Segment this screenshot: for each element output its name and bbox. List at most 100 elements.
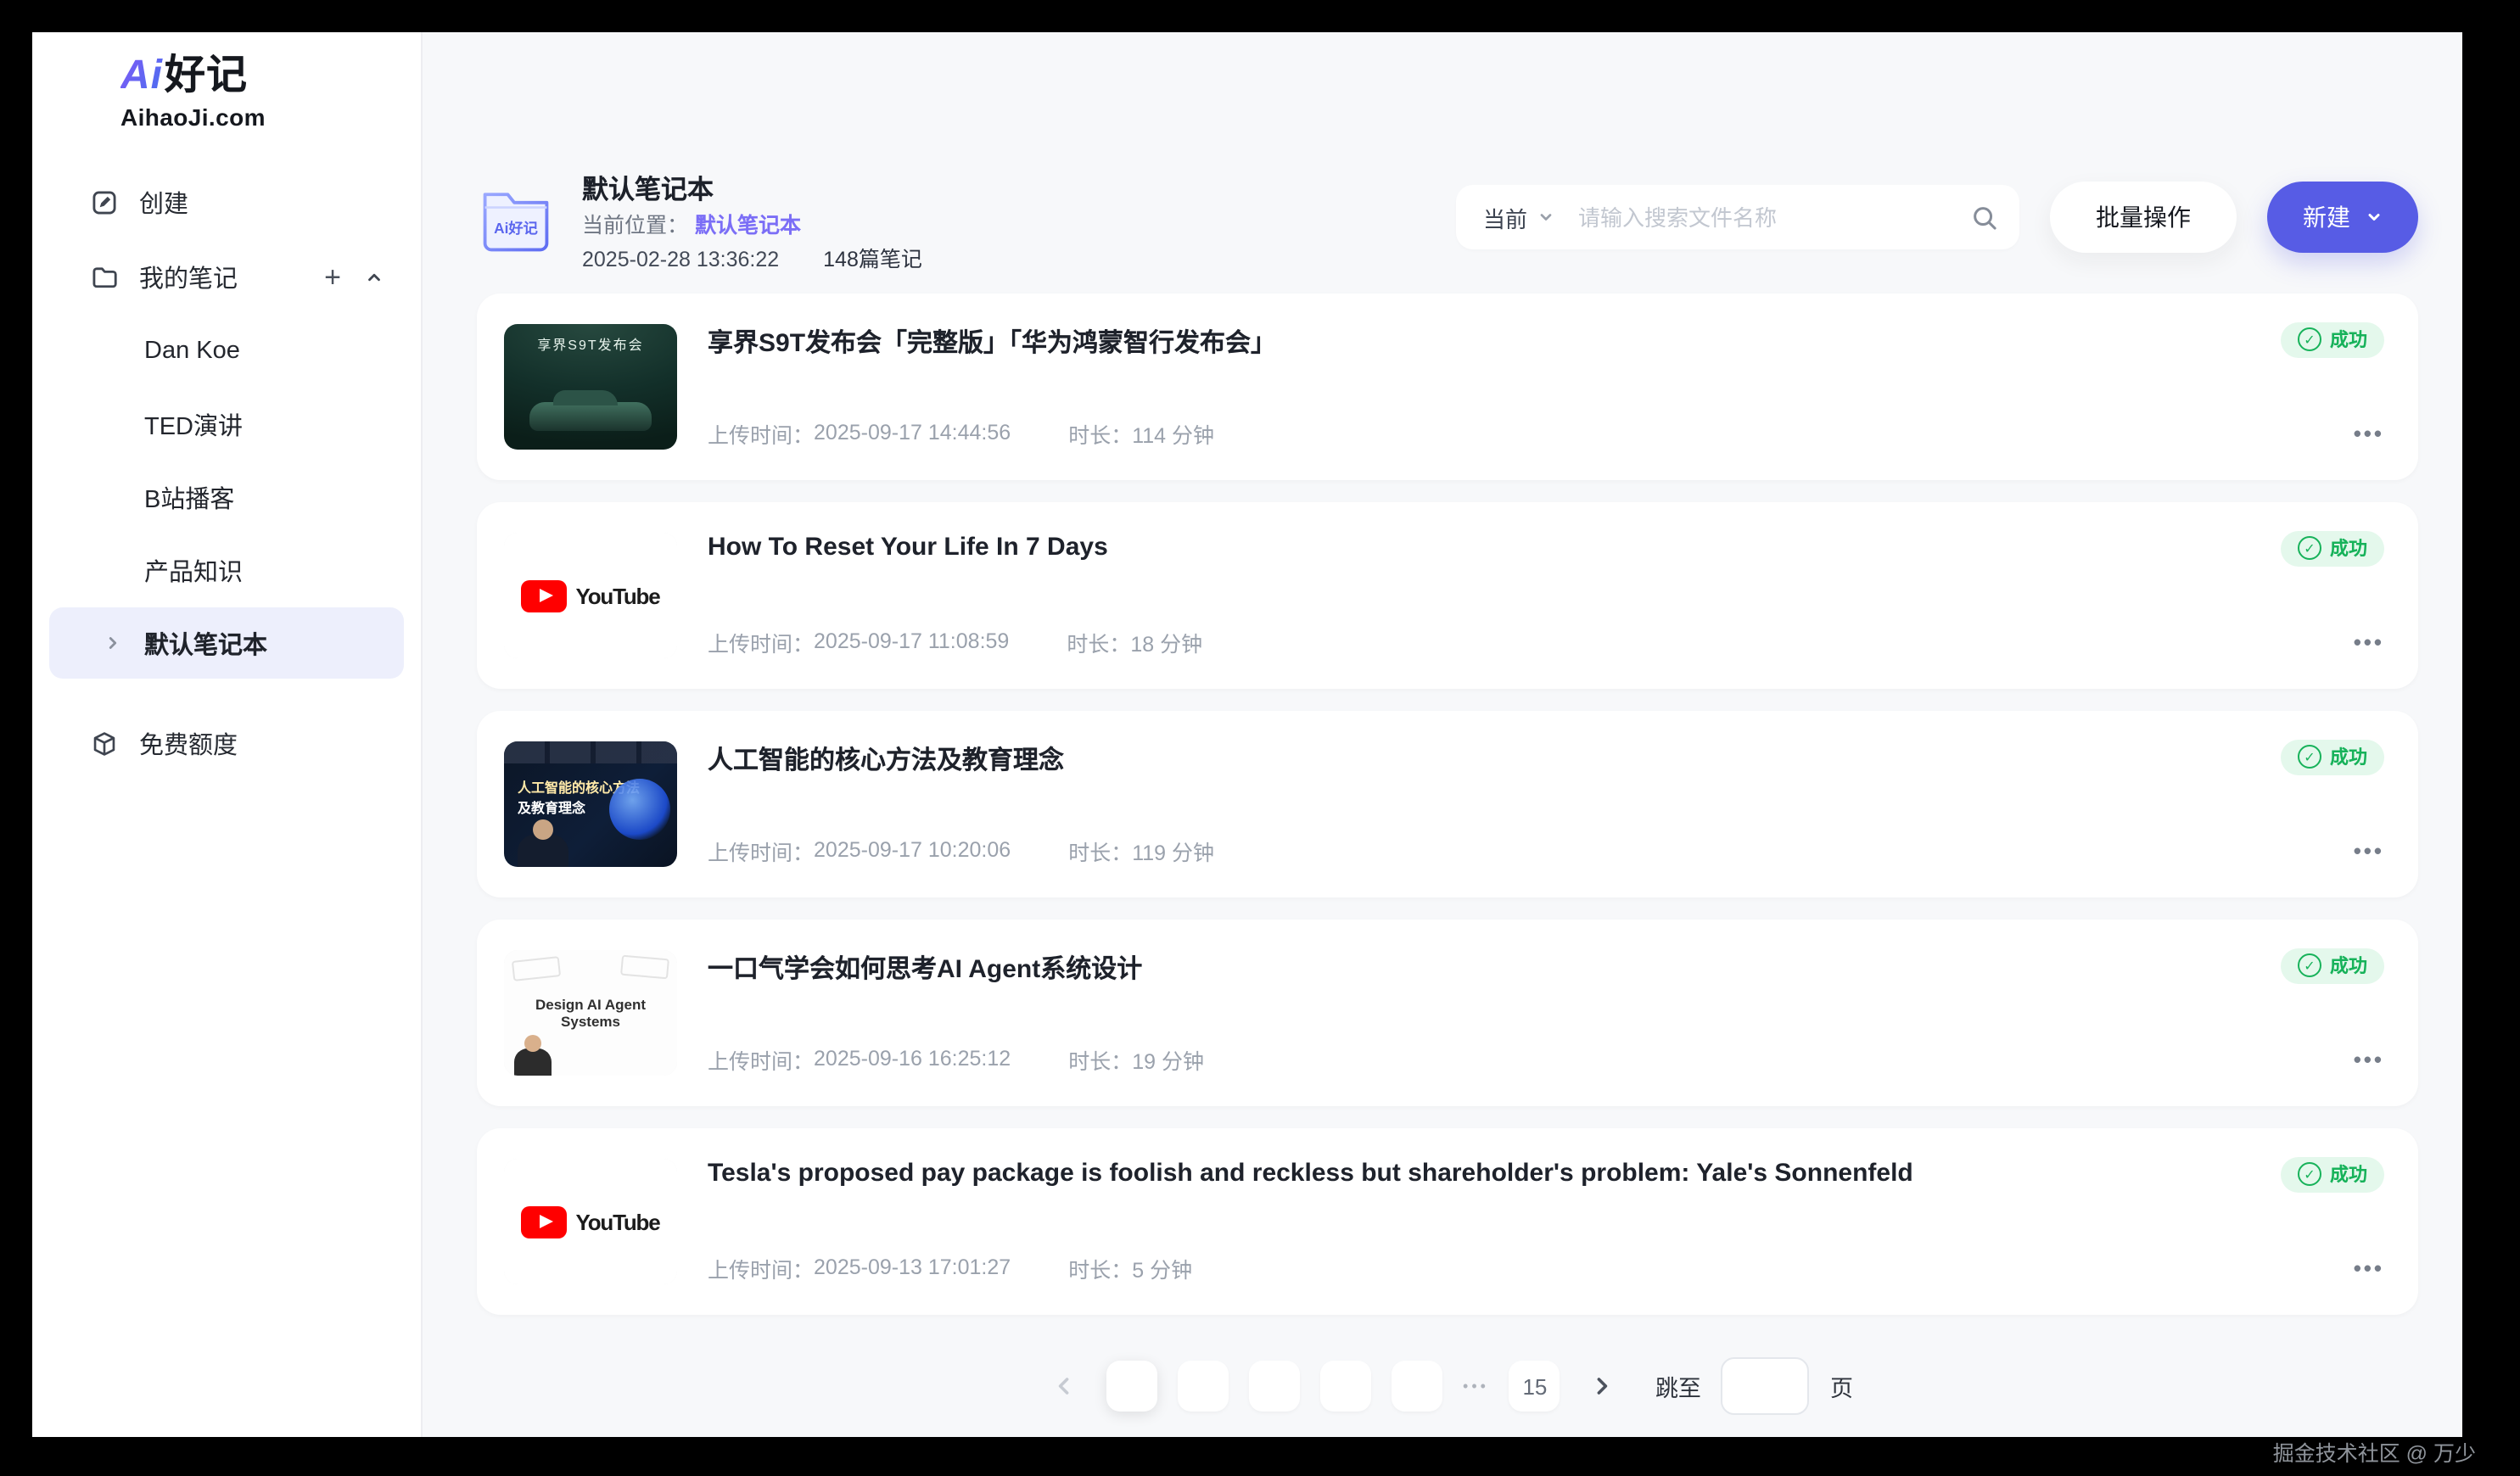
sketch-decoration (512, 956, 561, 981)
youtube-play-icon (522, 579, 568, 612)
note-thumbnail[interactable]: Design AI Agent Systems (504, 950, 677, 1076)
jump-page-input[interactable] (1722, 1357, 1810, 1415)
speaker-illustration (518, 835, 568, 867)
more-actions-button[interactable]: ••• (2354, 629, 2384, 663)
search-input[interactable] (1575, 203, 1970, 232)
thumbnail-youtube: YouTube (504, 533, 677, 658)
page-button-last[interactable]: 15 (1509, 1361, 1560, 1412)
upload-time-value: 2025-09-17 11:08:59 (814, 629, 1009, 653)
upload-time-value: 2025-09-13 17:01:27 (814, 1255, 1011, 1279)
folder-icon-label: Ai好记 (494, 220, 538, 237)
more-actions-button[interactable]: ••• (2354, 1046, 2384, 1080)
sidebar-notebook-item[interactable]: Dan Koe (49, 316, 404, 387)
page-button[interactable] (1249, 1361, 1300, 1412)
note-thumbnail[interactable]: YouTube (504, 1159, 677, 1284)
notebook-count: 148篇笔记 (823, 246, 922, 273)
note-card-side: ✓ 成功 ••• (2281, 946, 2384, 1080)
note-title[interactable]: Tesla's proposed pay package is foolish … (708, 1158, 2250, 1187)
sidebar-notebook-item[interactable]: B站播客 (49, 461, 404, 533)
new-button[interactable]: 新建 (2267, 182, 2418, 253)
note-thumbnail[interactable]: YouTube (504, 533, 677, 658)
duration-value: 18 分钟 (1130, 625, 1202, 657)
upload-time-label: 上传时间： (708, 625, 814, 657)
note-meta: 上传时间： 2025-09-17 11:08:59 时长： 18 分钟 (708, 625, 2250, 657)
status-badge: ✓ 成功 (2281, 1156, 2384, 1192)
logo-ai-mark: Ai (120, 53, 163, 98)
note-card[interactable]: YouTube How To Reset Your Life In 7 Days… (477, 502, 2418, 689)
check-circle-icon: ✓ (2298, 953, 2321, 977)
note-thumbnail[interactable]: 享界S9T发布会 (504, 324, 677, 450)
status-label: 成功 (2330, 952, 2367, 979)
thumbnail-youtube: YouTube (504, 1159, 677, 1284)
thumbnail-ai-lecture: 人工智能的核心方法 及教育理念 (504, 741, 677, 867)
note-title[interactable]: How To Reset Your Life In 7 Days (708, 532, 2250, 561)
duration-label: 时长： (1068, 417, 1132, 449)
notebook-label: B站播客 (144, 479, 234, 515)
duration-value: 114 分钟 (1132, 417, 1214, 449)
notebook-label: 产品知识 (144, 552, 243, 588)
duration-value: 5 分钟 (1132, 1251, 1192, 1283)
next-page-button[interactable] (1581, 1364, 1625, 1408)
batch-actions-button[interactable]: 批量操作 (2050, 182, 2237, 253)
search-bar: 当前 (1456, 185, 2019, 249)
duration-label: 时长： (1068, 834, 1132, 866)
sidebar-item-label: 创建 (139, 184, 188, 220)
page-button[interactable] (1320, 1361, 1371, 1412)
note-card[interactable]: 享界S9T发布会 享界S9T发布会「完整版」「华为鸿蒙智行发布会」 上传时间： … (477, 294, 2418, 480)
page-button[interactable] (1392, 1361, 1442, 1412)
duration-label: 时长： (1068, 1043, 1132, 1075)
search-icon[interactable] (1970, 203, 1999, 232)
breadcrumb: 当前位置： 默认笔记本 (582, 212, 922, 239)
sidebar-item-label: 免费额度 (139, 725, 238, 761)
note-title[interactable]: 一口气学会如何思考AI Agent系统设计 (708, 949, 2250, 985)
note-card-side: ✓ 成功 ••• (2281, 737, 2384, 871)
app-window: Ai好记 AihaoJi.com 创建 我的笔记 + (32, 32, 2462, 1437)
location-link[interactable]: 默认笔记本 (695, 212, 801, 239)
main-content: Ai好记 默认笔记本 当前位置： 默认笔记本 2025-02-28 13:36:… (423, 32, 2462, 1437)
sidebar-item-my-notes[interactable]: 我的笔记 + (32, 239, 421, 314)
notebook-folder-icon: Ai好记 (477, 178, 555, 260)
sidebar-notebook-item[interactable]: 产品知识 (49, 534, 404, 606)
compose-icon (90, 187, 119, 216)
note-thumbnail[interactable]: 人工智能的核心方法 及教育理念 (504, 741, 677, 867)
check-circle-icon: ✓ (2298, 327, 2321, 351)
chevron-up-icon[interactable] (365, 267, 384, 286)
thumbnail-caption: 享界S9T发布会 (504, 336, 677, 355)
duration-value: 19 分钟 (1132, 1043, 1204, 1075)
check-circle-icon: ✓ (2298, 745, 2321, 769)
app-logo[interactable]: Ai好记 AihaoJi.com (120, 53, 421, 131)
note-card[interactable]: YouTube Tesla's proposed pay package is … (477, 1128, 2418, 1315)
add-notebook-button[interactable]: + (324, 262, 341, 291)
logo-domain: AihaoJi.com (120, 103, 421, 131)
more-actions-button[interactable]: ••• (2354, 420, 2384, 454)
note-title[interactable]: 享界S9T发布会「完整版」「华为鸿蒙智行发布会」 (708, 323, 2250, 359)
sidebar-notebook-item[interactable]: 默认笔记本 (49, 607, 404, 679)
sidebar-item-quota[interactable]: 免费额度 (32, 706, 421, 780)
prev-page-button[interactable] (1042, 1364, 1086, 1408)
note-card[interactable]: 人工智能的核心方法 及教育理念 人工智能的核心方法及教育理念 上传时间： 202… (477, 711, 2418, 897)
page-button[interactable] (1106, 1361, 1157, 1412)
speaker-illustration (514, 1048, 552, 1076)
more-actions-button[interactable]: ••• (2354, 837, 2384, 871)
more-actions-button[interactable]: ••• (2354, 1255, 2384, 1289)
scope-select[interactable]: 当前 (1483, 201, 1554, 233)
sidebar-item-create[interactable]: 创建 (32, 165, 421, 239)
page-title: 默认笔记本 (582, 175, 922, 207)
page-button[interactable] (1178, 1361, 1229, 1412)
upload-time-value: 2025-09-16 16:25:12 (814, 1047, 1011, 1071)
note-card-body: Tesla's proposed pay package is foolish … (708, 1155, 2250, 1289)
thumbnail-car: 享界S9T发布会 (504, 324, 677, 450)
sidebar-notebook-item[interactable]: TED演讲 (49, 389, 404, 460)
scope-select-value: 当前 (1483, 201, 1527, 233)
globe-illustration (609, 779, 670, 840)
note-card-side: ✓ 成功 ••• (2281, 320, 2384, 454)
status-badge: ✓ 成功 (2281, 739, 2384, 774)
note-title[interactable]: 人工智能的核心方法及教育理念 (708, 741, 2250, 776)
pagination-ellipsis: ••• (1463, 1378, 1489, 1395)
logo-title-rest: 好记 (165, 53, 248, 98)
notebook-info: 默认笔记本 当前位置： 默认笔记本 2025-02-28 13:36:22 14… (582, 175, 922, 273)
note-card-body: 享界S9T发布会「完整版」「华为鸿蒙智行发布会」 上传时间： 2025-09-1… (708, 320, 2250, 454)
notebook-date: 2025-02-28 13:36:22 (582, 246, 779, 273)
note-card[interactable]: Design AI Agent Systems 一口气学会如何思考AI Agen… (477, 920, 2418, 1106)
check-circle-icon: ✓ (2298, 1162, 2321, 1186)
